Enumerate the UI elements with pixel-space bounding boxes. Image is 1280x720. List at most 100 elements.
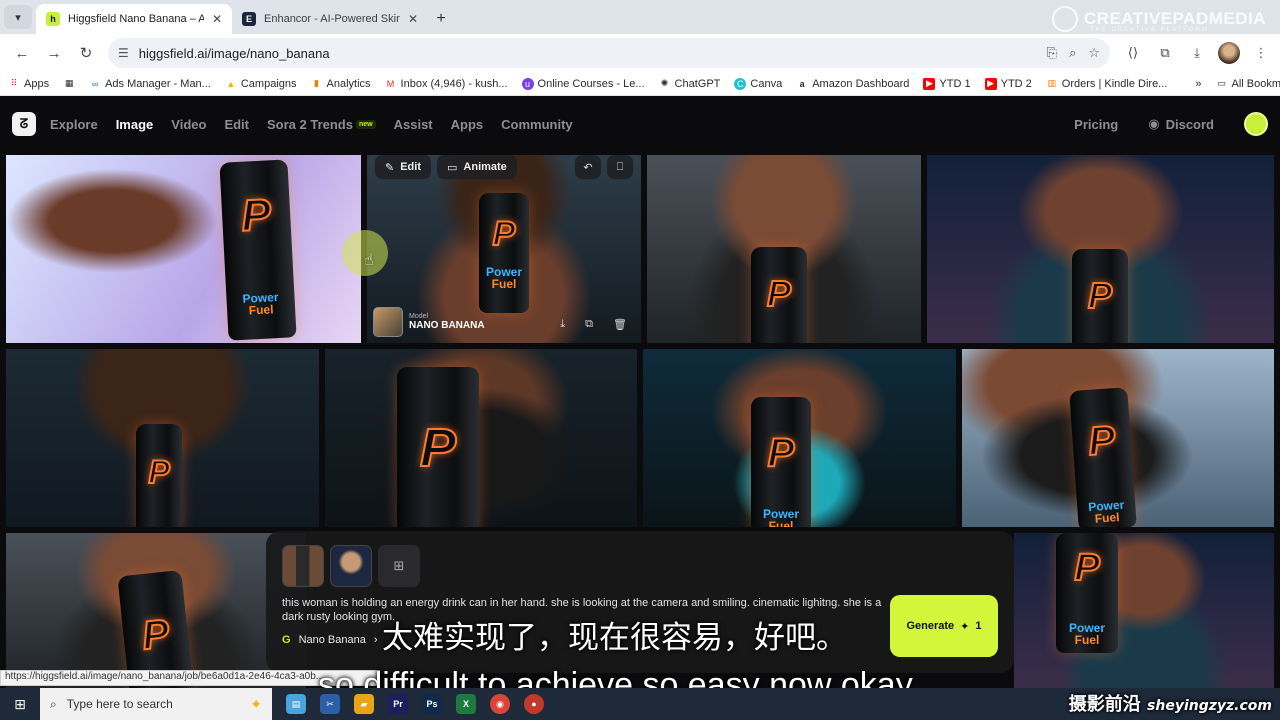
gallery-image[interactable]: P bbox=[325, 349, 637, 527]
download-icon[interactable]: ⤓ bbox=[1186, 42, 1208, 64]
apps-grid-icon: ▦ bbox=[64, 78, 74, 88]
excel-icon[interactable]: X bbox=[456, 694, 476, 714]
reload-button[interactable]: ↻ bbox=[72, 39, 100, 67]
video-icon: ▭ bbox=[447, 161, 458, 174]
bookmark-inbox[interactable]: M Inbox (4,946) - kush... bbox=[385, 78, 508, 90]
nav-discord[interactable]: ◉ Discord bbox=[1148, 116, 1214, 132]
reference-thumbnail[interactable] bbox=[282, 545, 324, 587]
address-bar[interactable]: ☰ higgsfield.ai/image/nano_banana ⎘ ⌕ ☆ bbox=[108, 38, 1110, 68]
bookmarks-bar: ⠿ Apps ▦ ∞ Ads Manager - Man... ▲ Campaigns… bbox=[0, 72, 1280, 96]
file-explorer-icon[interactable]: ▰ bbox=[354, 694, 374, 714]
copy-icon[interactable]: ⧉ bbox=[585, 318, 593, 331]
bookmark-apps-grid[interactable]: ▦ bbox=[63, 78, 75, 90]
meta-icon: ∞ bbox=[91, 78, 99, 89]
add-image-button[interactable]: ⊞ bbox=[378, 545, 420, 587]
nav-community[interactable]: Community bbox=[501, 117, 573, 132]
taskbar-search[interactable]: ⌕ Type here to search ✦ bbox=[40, 688, 272, 720]
gallery-image[interactable]: P Power Fuel bbox=[643, 349, 956, 527]
star-icon[interactable]: ☆ bbox=[1088, 45, 1100, 61]
gmail-icon: M bbox=[386, 78, 395, 89]
install-app-icon[interactable]: ⎘ bbox=[1047, 45, 1057, 61]
nav-image[interactable]: Image bbox=[116, 117, 154, 132]
bookmark-apps[interactable]: ⠿ Apps bbox=[8, 78, 49, 90]
arrow-left-icon: ← bbox=[14, 44, 30, 62]
bookmark-button[interactable]: ⎕ bbox=[607, 155, 633, 179]
bookmark-canva[interactable]: C Canva bbox=[734, 77, 782, 90]
animate-button[interactable]: ▭ Animate bbox=[437, 155, 517, 179]
zoom-icon[interactable]: ⌕ bbox=[1069, 45, 1076, 61]
snip-icon[interactable]: ✂ bbox=[320, 694, 340, 714]
nav-apps[interactable]: Apps bbox=[451, 117, 484, 132]
higgsfield-favicon-icon: h bbox=[46, 12, 60, 26]
kebab-menu-icon[interactable]: ⋮ bbox=[1250, 42, 1272, 64]
gallery-image[interactable]: P bbox=[927, 155, 1274, 343]
bookmark-chatgpt[interactable]: ✺ ChatGPT bbox=[659, 78, 721, 90]
gallery-image[interactable]: P Power Fuel bbox=[1014, 533, 1274, 688]
generate-button[interactable]: Generate ✦ 1 bbox=[890, 595, 998, 657]
recorder-icon[interactable]: ● bbox=[524, 694, 544, 714]
download-icon[interactable]: ⤓ bbox=[560, 318, 565, 331]
new-tab-button[interactable]: + bbox=[428, 4, 454, 34]
gallery-image[interactable]: P Power Fuel bbox=[6, 155, 361, 343]
premiere-icon[interactable]: Pr bbox=[388, 694, 408, 714]
extension-code-icon[interactable]: ⟨⟩ bbox=[1122, 42, 1144, 64]
site-info-icon[interactable]: ☰ bbox=[118, 46, 129, 60]
tab-enhancor[interactable]: E Enhancor - AI-Powered Skin Te ✕ bbox=[232, 4, 428, 34]
nav-video[interactable]: Video bbox=[171, 117, 206, 132]
model-key: Model bbox=[409, 313, 429, 320]
url-text[interactable]: higgsfield.ai/image/nano_banana bbox=[139, 46, 1037, 61]
taskbar-apps: ▤ ✂ ▰ Pr Ps X ◉ ● bbox=[286, 694, 544, 714]
start-button[interactable]: ⊞ bbox=[0, 688, 40, 720]
bookmark-analytics[interactable]: ▮ Analytics bbox=[311, 78, 371, 90]
energy-can-image: P Power Fuel bbox=[1069, 387, 1137, 527]
bookmark-amazon[interactable]: a Amazon Dashboard bbox=[796, 78, 910, 90]
reuse-button[interactable]: ↶ bbox=[575, 155, 601, 179]
energy-can-image: P Power Fuel bbox=[1056, 533, 1118, 653]
close-icon[interactable]: ✕ bbox=[408, 12, 418, 26]
trash-icon[interactable]: 🗑 bbox=[613, 318, 627, 331]
nav-right: Pricing ◉ Discord bbox=[1074, 112, 1268, 136]
gallery-image-hovered[interactable]: P Power Fuel ✎ Edit ▭ Animate ↶ ⎕ Model NAN… bbox=[367, 155, 641, 343]
photoshop-icon[interactable]: Ps bbox=[422, 694, 442, 714]
amazon-icon: a bbox=[799, 78, 805, 89]
analytics-icon: ▮ bbox=[314, 78, 319, 88]
user-avatar[interactable] bbox=[1244, 112, 1268, 136]
bookmark-kindle-orders[interactable]: ▥ Orders | Kindle Dire... bbox=[1046, 78, 1168, 90]
tab-higgsfield[interactable]: h Higgsfield Nano Banana – Adva ✕ bbox=[36, 4, 232, 34]
chrome-icon[interactable]: ◉ bbox=[490, 694, 510, 714]
nav-assist[interactable]: Assist bbox=[394, 117, 433, 132]
task-view-icon[interactable]: ▤ bbox=[286, 694, 306, 714]
tab-search-button[interactable]: ▾ bbox=[4, 5, 32, 29]
reference-images: ⊞ bbox=[282, 545, 420, 587]
model-selector[interactable]: G Nano Banana › bbox=[282, 634, 378, 646]
edit-button[interactable]: ✎ Edit bbox=[375, 155, 431, 179]
close-icon[interactable]: ✕ bbox=[212, 12, 222, 26]
forward-button[interactable]: → bbox=[40, 39, 68, 67]
pencil-icon: ✎ bbox=[385, 161, 395, 174]
profile-avatar[interactable] bbox=[1218, 42, 1240, 64]
app-nav: ᘔ Explore Image Video Edit Sora 2 Trends… bbox=[0, 96, 1280, 152]
bookmark-campaigns[interactable]: ▲ Campaigns bbox=[225, 78, 296, 90]
puzzle-icon[interactable]: ⧉ bbox=[1154, 42, 1176, 64]
gallery-image[interactable]: P bbox=[6, 349, 319, 527]
higgsfield-logo-icon[interactable]: ᘔ bbox=[12, 112, 36, 136]
gallery-image[interactable]: P bbox=[647, 155, 921, 343]
nav-edit[interactable]: Edit bbox=[224, 117, 249, 132]
creativepadmedia-watermark: CREATIVEPADMEDIA THE CREATIVE PLATFORM bbox=[1051, 6, 1266, 33]
gallery-image[interactable]: P Power Fuel bbox=[962, 349, 1274, 527]
bookmark-ytd2[interactable]: ▶ YTD 2 bbox=[984, 77, 1032, 90]
nav-sora-2-trends[interactable]: Sora 2 Trends new bbox=[267, 117, 376, 132]
more-bookmarks-button[interactable]: » bbox=[1195, 78, 1201, 90]
nav-pricing[interactable]: Pricing bbox=[1074, 117, 1118, 132]
energy-can-image: P Power Fuel bbox=[479, 193, 529, 313]
back-button[interactable]: ← bbox=[8, 39, 36, 67]
gallery-image[interactable]: P bbox=[6, 533, 306, 688]
all-bookmarks-button[interactable]: ▭All Bookmarks bbox=[1215, 78, 1280, 90]
bookmark-online-courses[interactable]: u Online Courses - Le... bbox=[521, 77, 645, 90]
youtube-icon: ▶ bbox=[923, 77, 936, 90]
bookmark-ytd1[interactable]: ▶ YTD 1 bbox=[923, 77, 971, 90]
reference-thumbnail[interactable] bbox=[330, 545, 372, 587]
nav-explore[interactable]: Explore bbox=[50, 117, 98, 132]
bookmark-ads-manager[interactable]: ∞ Ads Manager - Man... bbox=[89, 78, 211, 90]
tile-toolbar: ✎ Edit ▭ Animate bbox=[375, 155, 517, 179]
